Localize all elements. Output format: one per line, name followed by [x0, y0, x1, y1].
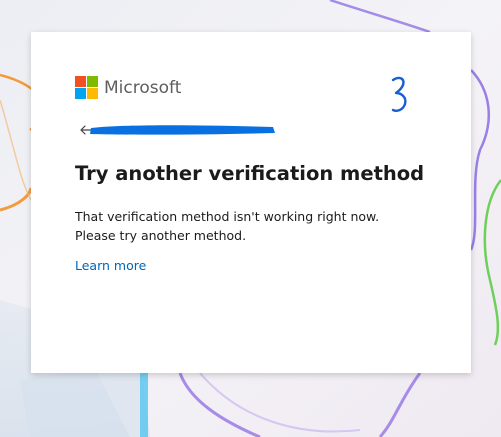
microsoft-logo: Microsoft [75, 76, 181, 99]
logo-square-blue [75, 88, 86, 99]
logo-square-yellow [87, 88, 98, 99]
logo-square-green [87, 76, 98, 87]
microsoft-logo-icon [75, 76, 98, 99]
page-title: Try another verification method [75, 162, 425, 185]
logo-square-red [75, 76, 86, 87]
error-message-line-1: That verification method isn't working r… [75, 209, 380, 224]
error-message-line-2: Please try another method. [75, 228, 247, 243]
sign-in-card: Microsoft Try another verification metho… [31, 32, 471, 373]
error-message: That verification method isn't working r… [75, 207, 435, 245]
redacted-account-name [90, 125, 275, 135]
brand-name: Microsoft [104, 77, 182, 98]
learn-more-link[interactable]: Learn more [75, 258, 146, 273]
handwritten-annotation-3 [391, 76, 407, 112]
